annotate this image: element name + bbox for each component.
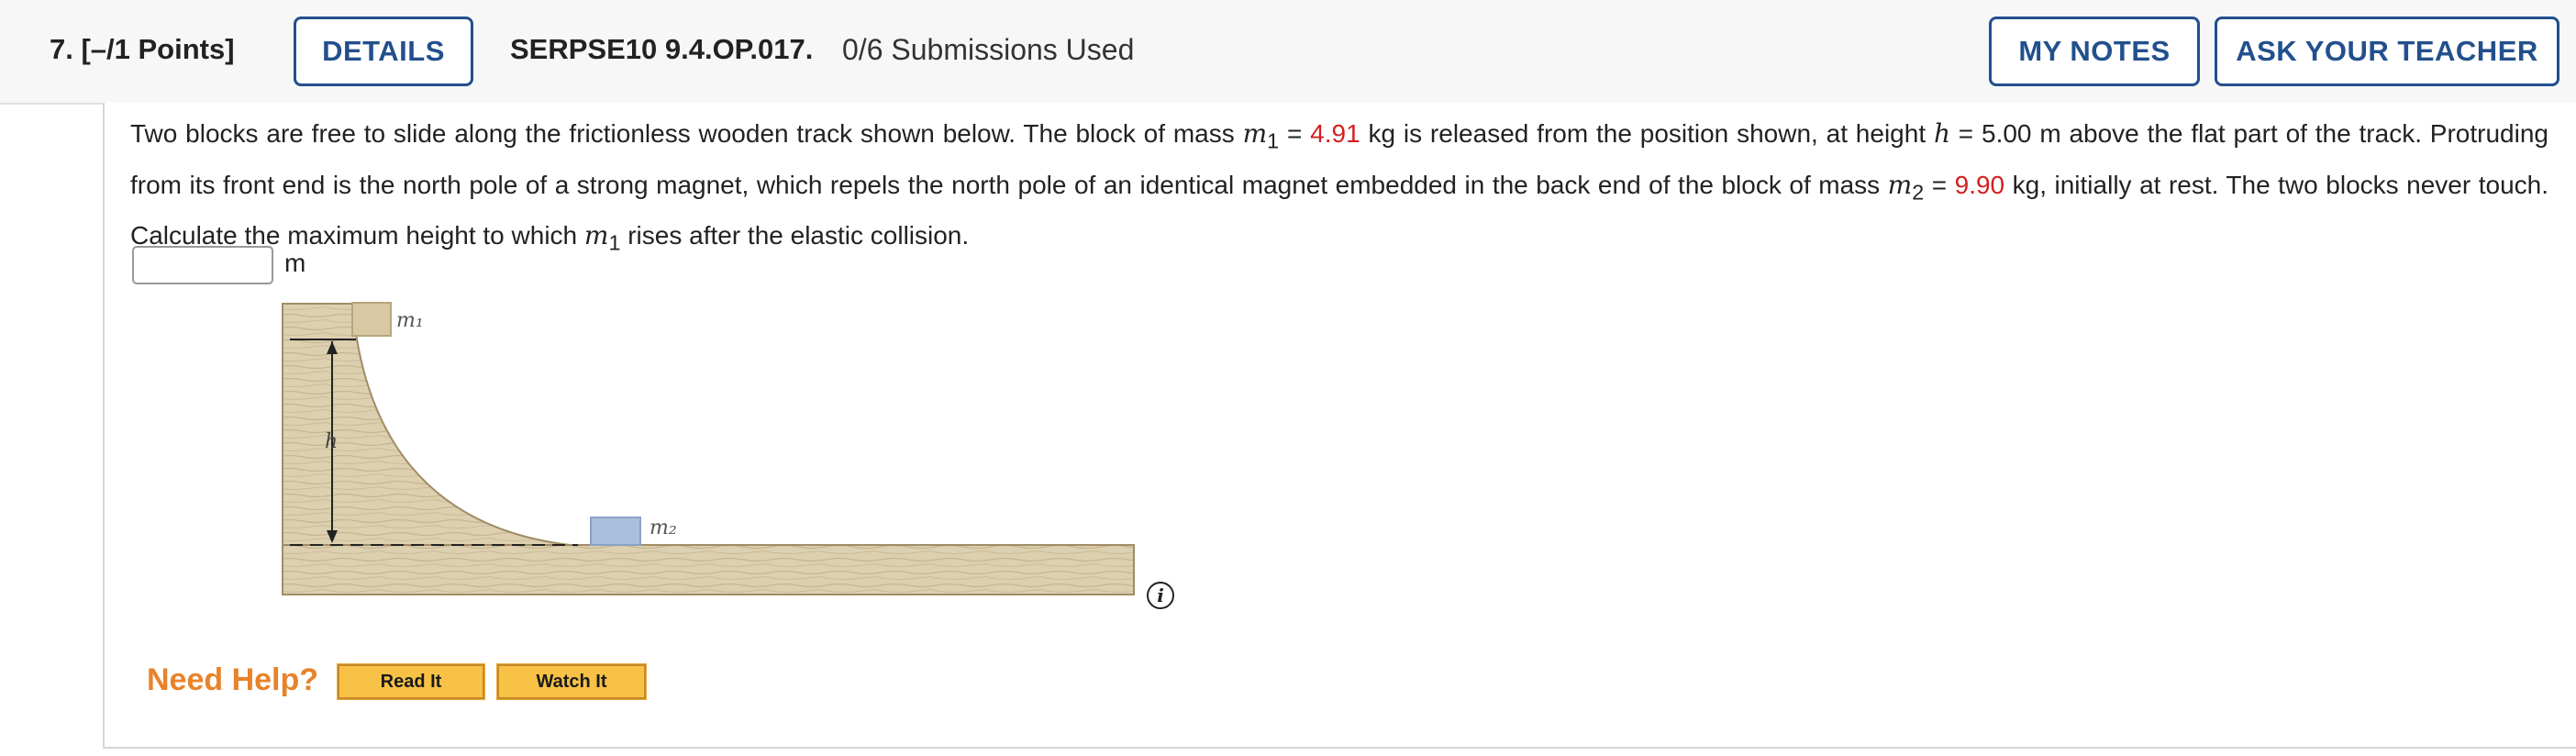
answer-input[interactable] (132, 246, 273, 284)
question-number: 7. [–/1 Points] (50, 33, 235, 65)
info-icon[interactable]: i (1147, 582, 1174, 609)
ask-your-teacher-button[interactable]: ASK YOUR TEACHER (2215, 17, 2559, 86)
answer-unit: m (284, 249, 306, 277)
watch-it-button[interactable]: Watch It (496, 663, 647, 700)
label-h: h (325, 430, 338, 453)
label-m1: m₁ (396, 309, 424, 332)
m2-symbol: m (1887, 169, 1913, 200)
m1-symbol: m (1242, 118, 1268, 149)
block-m1 (351, 302, 392, 337)
flat-track (282, 544, 1135, 595)
need-help-label: Need Help? (147, 662, 319, 697)
problem-text: Two blocks are free to slide along the f… (130, 118, 2548, 255)
question-header: 7. [–/1 Points] DETAILS SERPSE10 9.4.OP.… (0, 0, 2576, 105)
m1-value: 4.91 (1310, 119, 1360, 148)
submissions-used: 0/6 Submissions Used (842, 33, 1135, 66)
details-button[interactable]: DETAILS (294, 17, 473, 86)
block-m2 (590, 517, 641, 546)
label-m2: m₂ (650, 517, 677, 539)
m1-symbol-b: m (583, 220, 609, 251)
m2-value: 9.90 (1954, 170, 2005, 199)
read-it-button[interactable]: Read It (337, 663, 485, 700)
h-symbol: h (1933, 118, 1950, 149)
track-figure: m₁ h m₂ (282, 302, 1135, 595)
question-code: SERPSE10 9.4.OP.017. (510, 33, 814, 65)
my-notes-button[interactable]: MY NOTES (1989, 17, 2200, 86)
